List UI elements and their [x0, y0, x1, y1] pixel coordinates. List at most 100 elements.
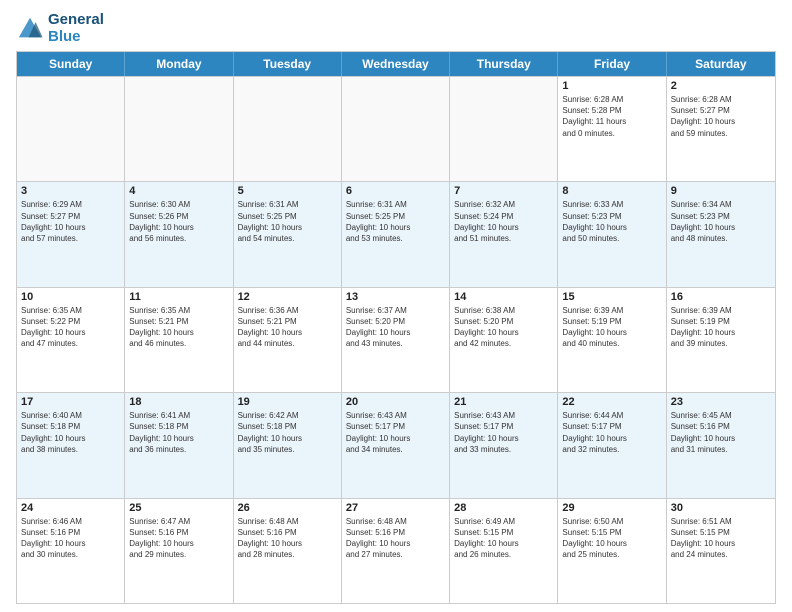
- day-number: 28: [454, 502, 553, 514]
- day-info: Sunrise: 6:36 AM Sunset: 5:21 PM Dayligh…: [238, 305, 337, 350]
- weekday-header-friday: Friday: [558, 52, 666, 76]
- day-number: 4: [129, 185, 228, 197]
- weekday-header-sunday: Sunday: [17, 52, 125, 76]
- calendar-cell-25: 25Sunrise: 6:47 AM Sunset: 5:16 PM Dayli…: [125, 499, 233, 603]
- day-info: Sunrise: 6:28 AM Sunset: 5:27 PM Dayligh…: [671, 94, 771, 139]
- day-number: 7: [454, 185, 553, 197]
- calendar-cell-24: 24Sunrise: 6:46 AM Sunset: 5:16 PM Dayli…: [17, 499, 125, 603]
- day-number: 11: [129, 291, 228, 303]
- day-number: 2: [671, 80, 771, 92]
- day-info: Sunrise: 6:48 AM Sunset: 5:16 PM Dayligh…: [238, 516, 337, 561]
- page: General Blue SundayMondayTuesdayWednesda…: [0, 0, 792, 612]
- day-info: Sunrise: 6:29 AM Sunset: 5:27 PM Dayligh…: [21, 199, 120, 244]
- day-info: Sunrise: 6:33 AM Sunset: 5:23 PM Dayligh…: [562, 199, 661, 244]
- day-info: Sunrise: 6:31 AM Sunset: 5:25 PM Dayligh…: [238, 199, 337, 244]
- calendar: SundayMondayTuesdayWednesdayThursdayFrid…: [16, 51, 776, 604]
- logo-text: General Blue: [48, 12, 104, 45]
- day-number: 10: [21, 291, 120, 303]
- day-number: 14: [454, 291, 553, 303]
- calendar-cell-empty-0-2: [234, 77, 342, 181]
- day-number: 26: [238, 502, 337, 514]
- day-info: Sunrise: 6:51 AM Sunset: 5:15 PM Dayligh…: [671, 516, 771, 561]
- calendar-row-0: 1Sunrise: 6:28 AM Sunset: 5:28 PM Daylig…: [17, 76, 775, 181]
- calendar-cell-17: 17 Sunrise: 6:40 AM Sunset: 5:18 PM Dayli…: [17, 393, 125, 497]
- calendar-cell-23: 23Sunrise: 6:45 AM Sunset: 5:16 PM Dayli…: [667, 393, 775, 497]
- calendar-cell-29: 29 Sunrise: 6:50 AM Sunset: 5:15 PM Dayli…: [558, 499, 666, 603]
- day-info: Sunrise: 6:39 AM Sunset: 5:19 PM Dayligh…: [671, 305, 771, 350]
- day-info: Sunrise: 6:43 AM Sunset: 5:17 PM Dayligh…: [454, 410, 553, 455]
- day-info: Sunrise: 6:49 AM Sunset: 5:15 PM Dayligh…: [454, 516, 553, 561]
- calendar-cell-9: 9 Sunrise: 6:34 AM Sunset: 5:23 PM Daylig…: [667, 182, 775, 286]
- day-number: 30: [671, 502, 771, 514]
- day-number: 29: [562, 502, 661, 514]
- calendar-cell-21: 21 Sunrise: 6:43 AM Sunset: 5:17 PM Dayli…: [450, 393, 558, 497]
- logo: General Blue: [16, 12, 104, 45]
- calendar-cell-2: 2 Sunrise: 6:28 AM Sunset: 5:27 PM Daylig…: [667, 77, 775, 181]
- calendar-cell-20: 20 Sunrise: 6:43 AM Sunset: 5:17 PM Dayli…: [342, 393, 450, 497]
- day-number: 22: [562, 396, 661, 408]
- day-number: 1: [562, 80, 661, 92]
- day-info: Sunrise: 6:31 AM Sunset: 5:25 PM Dayligh…: [346, 199, 445, 244]
- day-number: 21: [454, 396, 553, 408]
- day-info: Sunrise: 6:35 AM Sunset: 5:21 PM Dayligh…: [129, 305, 228, 350]
- day-info: Sunrise: 6:44 AM Sunset: 5:17 PM Dayligh…: [562, 410, 661, 455]
- day-number: 15: [562, 291, 661, 303]
- day-info: Sunrise: 6:39 AM Sunset: 5:19 PM Dayligh…: [562, 305, 661, 350]
- day-number: 27: [346, 502, 445, 514]
- calendar-cell-1: 1Sunrise: 6:28 AM Sunset: 5:28 PM Daylig…: [558, 77, 666, 181]
- calendar-cell-27: 27 Sunrise: 6:48 AM Sunset: 5:16 PM Dayli…: [342, 499, 450, 603]
- calendar-row-1: 3 Sunrise: 6:29 AM Sunset: 5:27 PM Daylig…: [17, 181, 775, 286]
- day-number: 6: [346, 185, 445, 197]
- day-number: 12: [238, 291, 337, 303]
- day-info: Sunrise: 6:38 AM Sunset: 5:20 PM Dayligh…: [454, 305, 553, 350]
- calendar-row-4: 24Sunrise: 6:46 AM Sunset: 5:16 PM Dayli…: [17, 498, 775, 603]
- day-info: Sunrise: 6:30 AM Sunset: 5:26 PM Dayligh…: [129, 199, 228, 244]
- day-info: Sunrise: 6:43 AM Sunset: 5:17 PM Dayligh…: [346, 410, 445, 455]
- header: General Blue: [16, 12, 776, 45]
- calendar-cell-13: 13Sunrise: 6:37 AM Sunset: 5:20 PM Dayli…: [342, 288, 450, 392]
- day-info: Sunrise: 6:42 AM Sunset: 5:18 PM Dayligh…: [238, 410, 337, 455]
- calendar-cell-26: 26 Sunrise: 6:48 AM Sunset: 5:16 PM Dayli…: [234, 499, 342, 603]
- day-number: 8: [562, 185, 661, 197]
- calendar-cell-28: 28 Sunrise: 6:49 AM Sunset: 5:15 PM Dayli…: [450, 499, 558, 603]
- weekday-header-monday: Monday: [125, 52, 233, 76]
- calendar-row-2: 10Sunrise: 6:35 AM Sunset: 5:22 PM Dayli…: [17, 287, 775, 392]
- weekday-header-saturday: Saturday: [667, 52, 775, 76]
- calendar-cell-12: 12 Sunrise: 6:36 AM Sunset: 5:21 PM Dayli…: [234, 288, 342, 392]
- calendar-cell-3: 3 Sunrise: 6:29 AM Sunset: 5:27 PM Daylig…: [17, 182, 125, 286]
- calendar-cell-empty-0-1: [125, 77, 233, 181]
- calendar-cell-30: 30 Sunrise: 6:51 AM Sunset: 5:15 PM Dayli…: [667, 499, 775, 603]
- calendar-cell-19: 19 Sunrise: 6:42 AM Sunset: 5:18 PM Dayli…: [234, 393, 342, 497]
- calendar-body: 1Sunrise: 6:28 AM Sunset: 5:28 PM Daylig…: [17, 76, 775, 603]
- calendar-cell-14: 14 Sunrise: 6:38 AM Sunset: 5:20 PM Dayli…: [450, 288, 558, 392]
- calendar-cell-18: 18Sunrise: 6:41 AM Sunset: 5:18 PM Dayli…: [125, 393, 233, 497]
- day-number: 13: [346, 291, 445, 303]
- day-number: 3: [21, 185, 120, 197]
- calendar-cell-empty-0-3: [342, 77, 450, 181]
- day-number: 25: [129, 502, 228, 514]
- day-info: Sunrise: 6:48 AM Sunset: 5:16 PM Dayligh…: [346, 516, 445, 561]
- day-info: Sunrise: 6:40 AM Sunset: 5:18 PM Dayligh…: [21, 410, 120, 455]
- day-number: 5: [238, 185, 337, 197]
- day-info: Sunrise: 6:32 AM Sunset: 5:24 PM Dayligh…: [454, 199, 553, 244]
- day-info: Sunrise: 6:45 AM Sunset: 5:16 PM Dayligh…: [671, 410, 771, 455]
- calendar-cell-empty-0-4: [450, 77, 558, 181]
- calendar-cell-15: 15 Sunrise: 6:39 AM Sunset: 5:19 PM Dayli…: [558, 288, 666, 392]
- day-number: 19: [238, 396, 337, 408]
- calendar-cell-5: 5 Sunrise: 6:31 AM Sunset: 5:25 PM Daylig…: [234, 182, 342, 286]
- calendar-cell-empty-0-0: [17, 77, 125, 181]
- calendar-cell-8: 8 Sunrise: 6:33 AM Sunset: 5:23 PM Daylig…: [558, 182, 666, 286]
- day-number: 16: [671, 291, 771, 303]
- day-number: 9: [671, 185, 771, 197]
- day-number: 24: [21, 502, 120, 514]
- day-info: Sunrise: 6:34 AM Sunset: 5:23 PM Dayligh…: [671, 199, 771, 244]
- calendar-cell-7: 7 Sunrise: 6:32 AM Sunset: 5:24 PM Daylig…: [450, 182, 558, 286]
- day-number: 20: [346, 396, 445, 408]
- weekday-header-tuesday: Tuesday: [234, 52, 342, 76]
- logo-icon: [16, 15, 44, 43]
- day-number: 17: [21, 396, 120, 408]
- day-info: Sunrise: 6:50 AM Sunset: 5:15 PM Dayligh…: [562, 516, 661, 561]
- calendar-cell-22: 22 Sunrise: 6:44 AM Sunset: 5:17 PM Dayli…: [558, 393, 666, 497]
- calendar-row-3: 17 Sunrise: 6:40 AM Sunset: 5:18 PM Dayli…: [17, 392, 775, 497]
- calendar-header: SundayMondayTuesdayWednesdayThursdayFrid…: [17, 52, 775, 76]
